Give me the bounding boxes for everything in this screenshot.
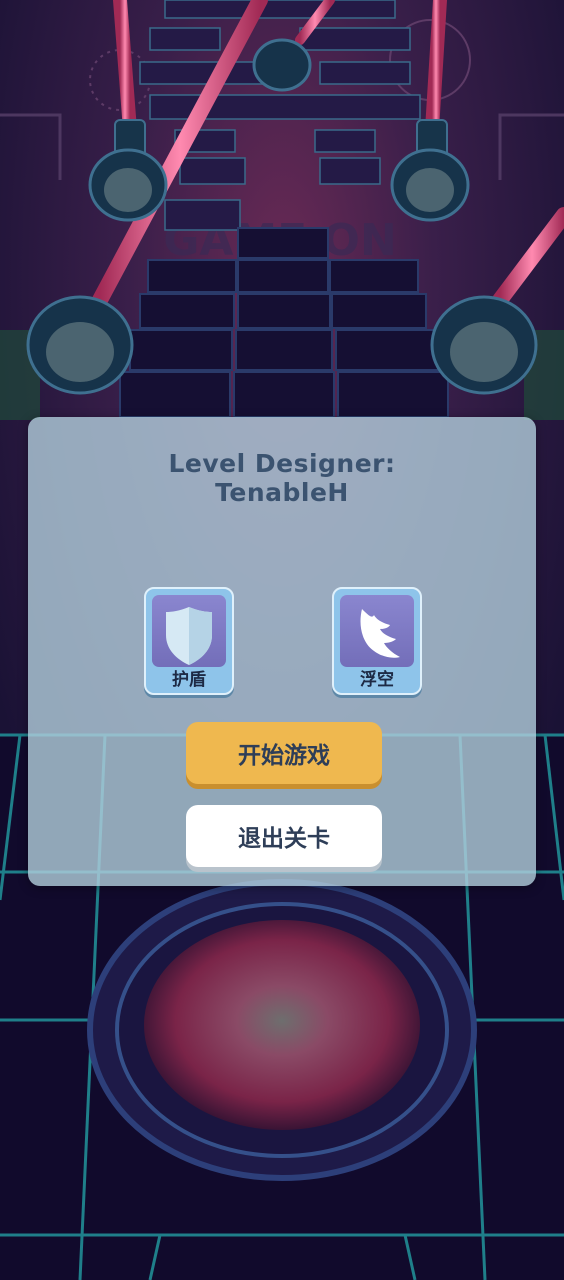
powerup-float[interactable]: 浮空 bbox=[332, 587, 422, 695]
designer-name: TenableH bbox=[215, 478, 349, 507]
level-start-dialog: Level Designer: TenableH 护盾 浮空 开始游戏 退出关卡 bbox=[28, 417, 536, 886]
shield-icon bbox=[166, 607, 212, 665]
wing-icon bbox=[360, 609, 400, 658]
powerup-shield[interactable]: 护盾 bbox=[144, 587, 234, 695]
quit-level-button[interactable]: 退出关卡 bbox=[186, 805, 382, 867]
start-game-button[interactable]: 开始游戏 bbox=[186, 722, 382, 784]
powerup-shield-label: 护盾 bbox=[172, 670, 206, 690]
level-designer-credit: Level Designer: TenableH bbox=[28, 449, 536, 507]
designer-label: Level Designer: bbox=[168, 449, 396, 478]
powerup-float-label: 浮空 bbox=[360, 670, 394, 690]
